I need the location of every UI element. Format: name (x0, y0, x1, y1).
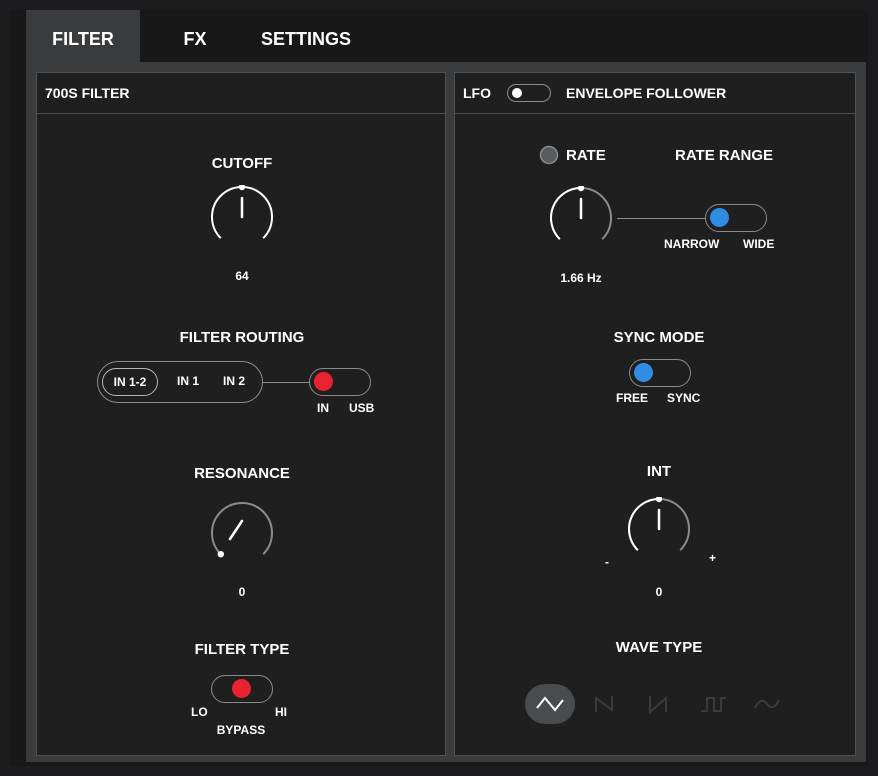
filter-panel: 700S FILTER CUTOFF 64 FILTER ROUTING IN … (36, 72, 446, 756)
rate-range-toggle-knob (710, 208, 729, 227)
int-value: 0 (655, 585, 663, 599)
filter-type-bypass[interactable]: BYPASS (217, 723, 265, 737)
rate-value: 1.66 Hz (560, 271, 602, 285)
source-toggle-knob (314, 372, 333, 391)
lfo-mode-label[interactable]: LFO (463, 73, 491, 113)
wave-square-button[interactable] (693, 684, 733, 724)
tab-bar: FILTER FX SETTINGS (10, 10, 868, 62)
wave-triangle-button[interactable] (525, 684, 575, 724)
tab-content: 700S FILTER CUTOFF 64 FILTER ROUTING IN … (26, 62, 866, 762)
wave-sine-button[interactable] (747, 684, 787, 724)
int-max-label: + (709, 551, 717, 565)
sine-wave-icon (754, 699, 780, 709)
int-min-label: - (605, 555, 609, 569)
routing-option-in-1[interactable]: IN 1 (166, 368, 210, 396)
filter-type-label: FILTER TYPE (194, 641, 290, 658)
sync-mode-toggle[interactable] (629, 359, 691, 387)
rate-connector-line (617, 218, 705, 219)
sync-mode-free[interactable]: FREE (616, 391, 648, 405)
rate-knob[interactable] (549, 186, 613, 250)
tab-fx[interactable]: FX (160, 10, 230, 62)
rate-range-toggle[interactable] (705, 204, 767, 232)
sync-mode-label: SYNC MODE (613, 329, 705, 346)
sync-mode-toggle-knob (634, 363, 653, 382)
lfo-panel-header: LFO ENVELOPE FOLLOWER (455, 73, 855, 114)
filter-panel-title: 700S FILTER (45, 85, 130, 101)
triangle-wave-icon (536, 696, 564, 712)
app-window: FILTER FX SETTINGS 700S FILTER CUTOFF 64… (10, 10, 868, 766)
source-option-usb[interactable]: USB (349, 401, 374, 415)
resonance-label: RESONANCE (194, 465, 290, 482)
filter-panel-header: 700S FILTER (37, 73, 445, 114)
lfo-envelope-toggle[interactable] (507, 84, 551, 102)
routing-option-in-2[interactable]: IN 2 (210, 368, 258, 396)
routing-option-in-1-2[interactable]: IN 1-2 (102, 368, 158, 396)
rate-indicator-icon[interactable] (539, 145, 559, 165)
tab-filter[interactable]: FILTER (26, 10, 140, 62)
routing-connector-line (263, 382, 309, 383)
resonance-value: 0 (238, 585, 246, 599)
wave-sawtooth-down-button[interactable] (639, 684, 679, 724)
wave-type-label: WAVE TYPE (615, 639, 703, 656)
envelope-follower-mode-label[interactable]: ENVELOPE FOLLOWER (566, 73, 726, 113)
cutoff-value: 64 (235, 269, 249, 283)
rate-range-wide[interactable]: WIDE (743, 237, 774, 251)
filter-type-switch[interactable] (211, 675, 273, 703)
cutoff-knob[interactable] (210, 185, 274, 249)
sync-mode-sync[interactable]: SYNC (667, 391, 700, 405)
wave-sawtooth-up-button[interactable] (585, 684, 625, 724)
filter-type-switch-knob (232, 679, 251, 698)
source-toggle[interactable] (309, 368, 371, 396)
rate-label: RATE (566, 147, 606, 164)
cutoff-label: CUTOFF (211, 155, 273, 172)
lfo-panel: LFO ENVELOPE FOLLOWER RATE RATE RANGE NA… (454, 72, 856, 756)
rate-range-label: RATE RANGE (675, 147, 774, 164)
rate-range-narrow[interactable]: NARROW (664, 237, 719, 251)
sawtooth-up-wave-icon (595, 696, 613, 712)
int-knob[interactable] (627, 497, 691, 561)
tab-settings[interactable]: SETTINGS (246, 10, 366, 62)
square-wave-icon (701, 697, 726, 712)
source-option-in[interactable]: IN (317, 401, 329, 415)
int-label: INT (646, 463, 672, 480)
filter-type-lo[interactable]: LO (191, 705, 208, 719)
filter-routing-selector: IN 1-2 IN 1 IN 2 (97, 361, 263, 403)
filter-routing-label: FILTER ROUTING (179, 329, 305, 346)
lfo-envelope-toggle-knob (512, 87, 522, 98)
sawtooth-down-wave-icon (649, 695, 667, 715)
filter-type-hi[interactable]: HI (275, 705, 287, 719)
resonance-knob[interactable] (210, 501, 274, 565)
